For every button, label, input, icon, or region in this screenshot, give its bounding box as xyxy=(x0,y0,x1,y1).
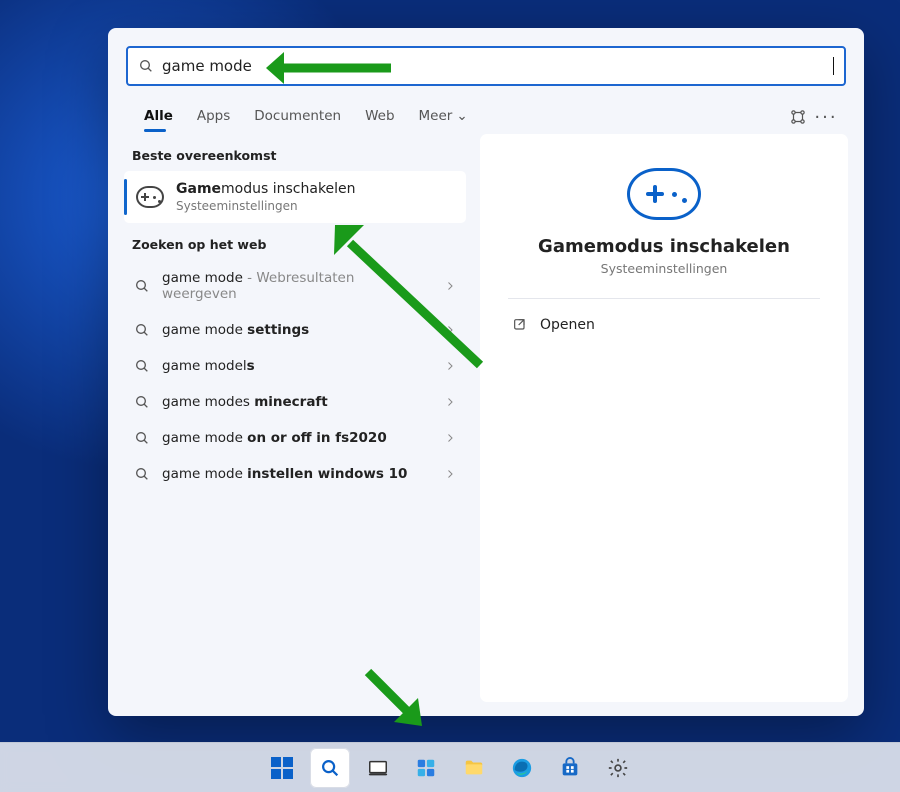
store-icon xyxy=(559,757,581,779)
open-action-label: Openen xyxy=(540,317,595,333)
chevron-right-icon xyxy=(444,468,456,480)
web-result-text: game modes minecraft xyxy=(162,394,432,410)
widgets-icon xyxy=(415,757,437,779)
taskbar-search-button[interactable] xyxy=(310,748,350,788)
tab-more[interactable]: Meer⌄ xyxy=(407,100,480,134)
preview-panel: Gamemodus inschakelen Systeeminstellinge… xyxy=(480,134,848,702)
edge-icon xyxy=(511,757,533,779)
search-icon xyxy=(138,58,154,74)
chevron-right-icon xyxy=(444,396,456,408)
web-result[interactable]: game mode settings xyxy=(124,312,466,348)
tab-all[interactable]: Alle xyxy=(132,100,185,134)
section-search-web: Zoeken op het web xyxy=(124,223,466,260)
search-bar[interactable] xyxy=(126,46,846,86)
gamepad-icon-large xyxy=(627,168,701,220)
chevron-down-icon: ⌄ xyxy=(456,108,467,124)
search-icon xyxy=(134,278,150,294)
best-match-title: Gamemodus inschakelen xyxy=(176,181,356,197)
web-result[interactable]: game mode on or off in fs2020 xyxy=(124,420,466,456)
chevron-right-icon xyxy=(444,432,456,444)
search-input[interactable] xyxy=(162,57,835,75)
web-result-text: game mode on or off in fs2020 xyxy=(162,430,432,446)
search-bar-container xyxy=(108,28,864,94)
best-match-result[interactable]: Gamemodus inschakelen Systeeminstellinge… xyxy=(124,171,466,223)
widgets-button[interactable] xyxy=(406,748,446,788)
taskview-icon xyxy=(367,757,389,779)
web-result-text: game mode - Webresultaten weergeven xyxy=(162,270,432,302)
preview-subtitle: Systeeminstellingen xyxy=(601,261,728,276)
start-button[interactable] xyxy=(262,748,302,788)
search-icon xyxy=(134,466,150,482)
web-result[interactable]: game mode instellen windows 10 xyxy=(124,456,466,492)
taskview-button[interactable] xyxy=(358,748,398,788)
search-icon xyxy=(134,358,150,374)
chevron-right-icon xyxy=(444,360,456,372)
file-explorer-button[interactable] xyxy=(454,748,494,788)
chevron-right-icon xyxy=(444,280,456,292)
gear-icon xyxy=(607,757,629,779)
search-window: Alle Apps Documenten Web Meer⌄ ··· Beste… xyxy=(108,28,864,716)
settings-button[interactable] xyxy=(598,748,638,788)
tab-apps[interactable]: Apps xyxy=(185,100,242,134)
edge-button[interactable] xyxy=(502,748,542,788)
tab-web[interactable]: Web xyxy=(353,100,406,134)
search-icon xyxy=(319,757,341,779)
chevron-right-icon xyxy=(444,324,456,336)
folder-icon xyxy=(463,757,485,779)
section-best-match: Beste overeenkomst xyxy=(124,134,466,171)
results-column: Beste overeenkomst Gamemodus inschakelen… xyxy=(124,134,466,702)
web-result-text: game models xyxy=(162,358,432,374)
windows-logo-icon xyxy=(271,757,293,779)
search-icon xyxy=(134,394,150,410)
web-result-text: game mode instellen windows 10 xyxy=(162,466,432,482)
web-result[interactable]: game modes minecraft xyxy=(124,384,466,420)
more-options-icon[interactable]: ··· xyxy=(812,103,840,131)
store-button[interactable] xyxy=(550,748,590,788)
open-icon xyxy=(512,317,528,333)
search-icon xyxy=(134,430,150,446)
search-icon xyxy=(134,322,150,338)
web-result-text: game mode settings xyxy=(162,322,432,338)
org-search-icon[interactable] xyxy=(784,103,812,131)
gamepad-icon xyxy=(136,186,164,208)
preview-title: Gamemodus inschakelen xyxy=(538,236,790,257)
tab-documents[interactable]: Documenten xyxy=(242,100,353,134)
text-caret xyxy=(833,57,834,75)
best-match-subtitle: Systeeminstellingen xyxy=(176,199,356,213)
filter-tabs: Alle Apps Documenten Web Meer⌄ ··· xyxy=(108,94,864,134)
taskbar xyxy=(0,742,900,792)
web-result[interactable]: game models xyxy=(124,348,466,384)
web-result[interactable]: game mode - Webresultaten weergeven xyxy=(124,260,466,312)
open-action[interactable]: Openen xyxy=(508,307,820,343)
divider xyxy=(508,298,820,299)
